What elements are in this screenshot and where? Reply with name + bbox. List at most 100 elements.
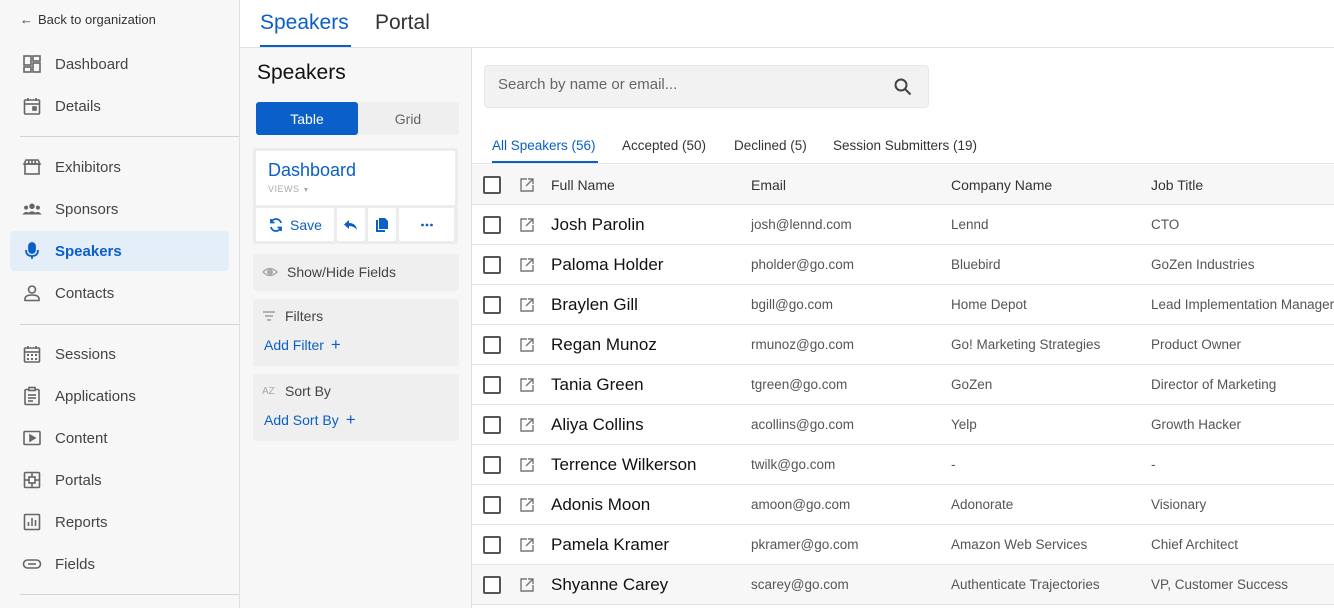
show-hide-fields-button[interactable]: Show/Hide Fields [253,254,459,291]
cell-job-title: Growth Hacker [1151,417,1242,432]
tab-all-speakers[interactable]: All Speakers (56) [492,138,596,153]
speaker-filter-tabs: All Speakers (56) Accepted (50) Declined… [472,136,1334,164]
save-view-button[interactable]: Save [256,208,334,241]
table-row[interactable]: Braylen Gill bgill@go.com Home Depot Lea… [472,285,1334,325]
open-record-icon[interactable] [519,297,535,313]
open-record-icon[interactable] [519,577,535,593]
table-row[interactable]: Adonis Moon amoon@go.com Adonorate Visio… [472,485,1334,525]
row-checkbox[interactable] [483,376,501,394]
tab-declined[interactable]: Declined (5) [734,138,807,153]
cell-full-name: Tania Green [551,375,644,394]
toggle-icon [21,553,43,575]
tab-session-submitters[interactable]: Session Submitters (19) [833,138,977,153]
filter-icon [262,309,276,323]
open-record-icon[interactable] [519,457,535,473]
sidebar-item-sponsors[interactable]: Sponsors [10,189,229,229]
row-checkbox[interactable] [483,496,501,514]
sidebar-item-applications[interactable]: Applications [10,376,229,416]
open-record-icon[interactable] [519,377,535,393]
sidebar-item-contacts[interactable]: Contacts [10,273,229,313]
panel-title: Speakers [257,61,346,84]
row-checkbox[interactable] [483,536,501,554]
grid-view-button[interactable]: Grid [357,102,459,135]
cell-company-name: Bluebird [951,257,1001,272]
caret-down-icon: ▼ [302,187,310,194]
table-row[interactable]: Tania Green tgreen@go.com GoZen Director… [472,365,1334,405]
tab-speakers[interactable]: Speakers [260,11,349,35]
row-checkbox[interactable] [483,256,501,274]
row-checkbox[interactable] [483,576,501,594]
duplicate-button[interactable] [368,208,396,241]
table-row[interactable]: Regan Munoz rmunoz@go.com Go! Marketing … [472,325,1334,365]
tab-accepted[interactable]: Accepted (50) [622,138,706,153]
sort-label: Sort By [285,383,331,399]
sidebar-item-label: Dashboard [55,55,129,73]
table-row[interactable]: Paloma Holder pholder@go.com Bluebird Go… [472,245,1334,285]
open-record-icon[interactable] [519,537,535,553]
column-header-full-name[interactable]: Full Name [551,165,746,205]
table-row[interactable]: Terrence Wilkerson twilk@go.com - - [472,445,1334,485]
sidebar-item-exhibitors[interactable]: Exhibitors [10,147,229,187]
sidebar-item-portals[interactable]: Portals [10,460,229,500]
show-hide-label: Show/Hide Fields [287,264,396,280]
search-input[interactable] [498,76,878,93]
add-filter-link[interactable]: Add Filter + [264,335,341,354]
active-tab-indicator [492,161,598,163]
tab-portal[interactable]: Portal [375,11,430,35]
speakers-table: Full Name Email Company Name Job Title J… [472,165,1334,605]
search-box [484,65,929,108]
cell-job-title: CTO [1151,217,1180,232]
cell-company-name: Go! Marketing Strategies [951,337,1101,352]
cell-email: amoon@go.com [751,497,851,512]
calendar-icon [21,95,43,117]
add-sort-link[interactable]: Add Sort By + [264,411,356,428]
row-checkbox[interactable] [483,456,501,474]
cell-full-name: Pamela Kramer [551,535,670,554]
eye-icon [262,264,278,280]
sidebar-item-label: Sessions [55,345,116,363]
table-row[interactable]: Pamela Kramer pkramer@go.com Amazon Web … [472,525,1334,565]
column-header-email[interactable]: Email [751,165,946,205]
sidebar-item-details[interactable]: Details [10,86,229,126]
row-checkbox[interactable] [483,336,501,354]
table-row[interactable]: Aliya Collins acollins@go.com Yelp Growt… [472,405,1334,445]
open-record-icon[interactable] [519,497,535,513]
view-mode-toggle: Table Grid [256,102,459,135]
sidebar-item-sessions[interactable]: Sessions [10,334,229,374]
open-record-icon[interactable] [519,337,535,353]
sidebar-item-fields[interactable]: Fields [10,544,229,584]
sort-az-icon: AZ [262,385,275,397]
sidebar-item-label: Details [55,97,101,115]
row-checkbox[interactable] [483,296,501,314]
current-view-selector[interactable]: Dashboard VIEWS ▼ [253,148,458,208]
select-all-checkbox[interactable] [483,176,501,194]
cell-job-title: Director of Marketing [1151,377,1277,392]
open-record-icon[interactable] [519,417,535,433]
revert-button[interactable] [337,208,365,241]
table-view-button[interactable]: Table [256,102,358,135]
column-header-company-name[interactable]: Company Name [951,165,1146,205]
sidebar-item-label: Applications [55,387,136,405]
column-header-job-title[interactable]: Job Title [1151,165,1334,205]
row-checkbox[interactable] [483,416,501,434]
sidebar-item-speakers[interactable]: Speakers [10,231,229,271]
bar-chart-icon [21,511,43,533]
cell-email: scarey@go.com [751,577,849,592]
sidebar-item-label: Contacts [55,284,115,302]
search-icon[interactable] [893,77,913,97]
table-row[interactable]: Josh Parolin josh@lennd.com Lennd CTO [472,205,1334,245]
more-options-button[interactable] [399,208,454,241]
arrow-left-icon: ← [20,12,33,27]
cell-company-name: Amazon Web Services [951,537,1088,552]
sidebar-item-reports[interactable]: Reports [10,502,229,542]
open-external-icon [519,177,535,193]
views-panel: Speakers Table Grid Dashboard VIEWS ▼ Sa… [240,48,472,608]
row-checkbox[interactable] [483,216,501,234]
back-to-organization-link[interactable]: ← Back to organization [20,12,156,27]
sidebar-item-content[interactable]: Content [10,418,229,458]
open-record-icon[interactable] [519,217,535,233]
table-row[interactable]: Shyanne Carey scarey@go.com Authenticate… [472,565,1334,605]
plus-icon: + [330,335,341,354]
sidebar-item-dashboard[interactable]: Dashboard [10,44,229,84]
open-record-icon[interactable] [519,257,535,273]
